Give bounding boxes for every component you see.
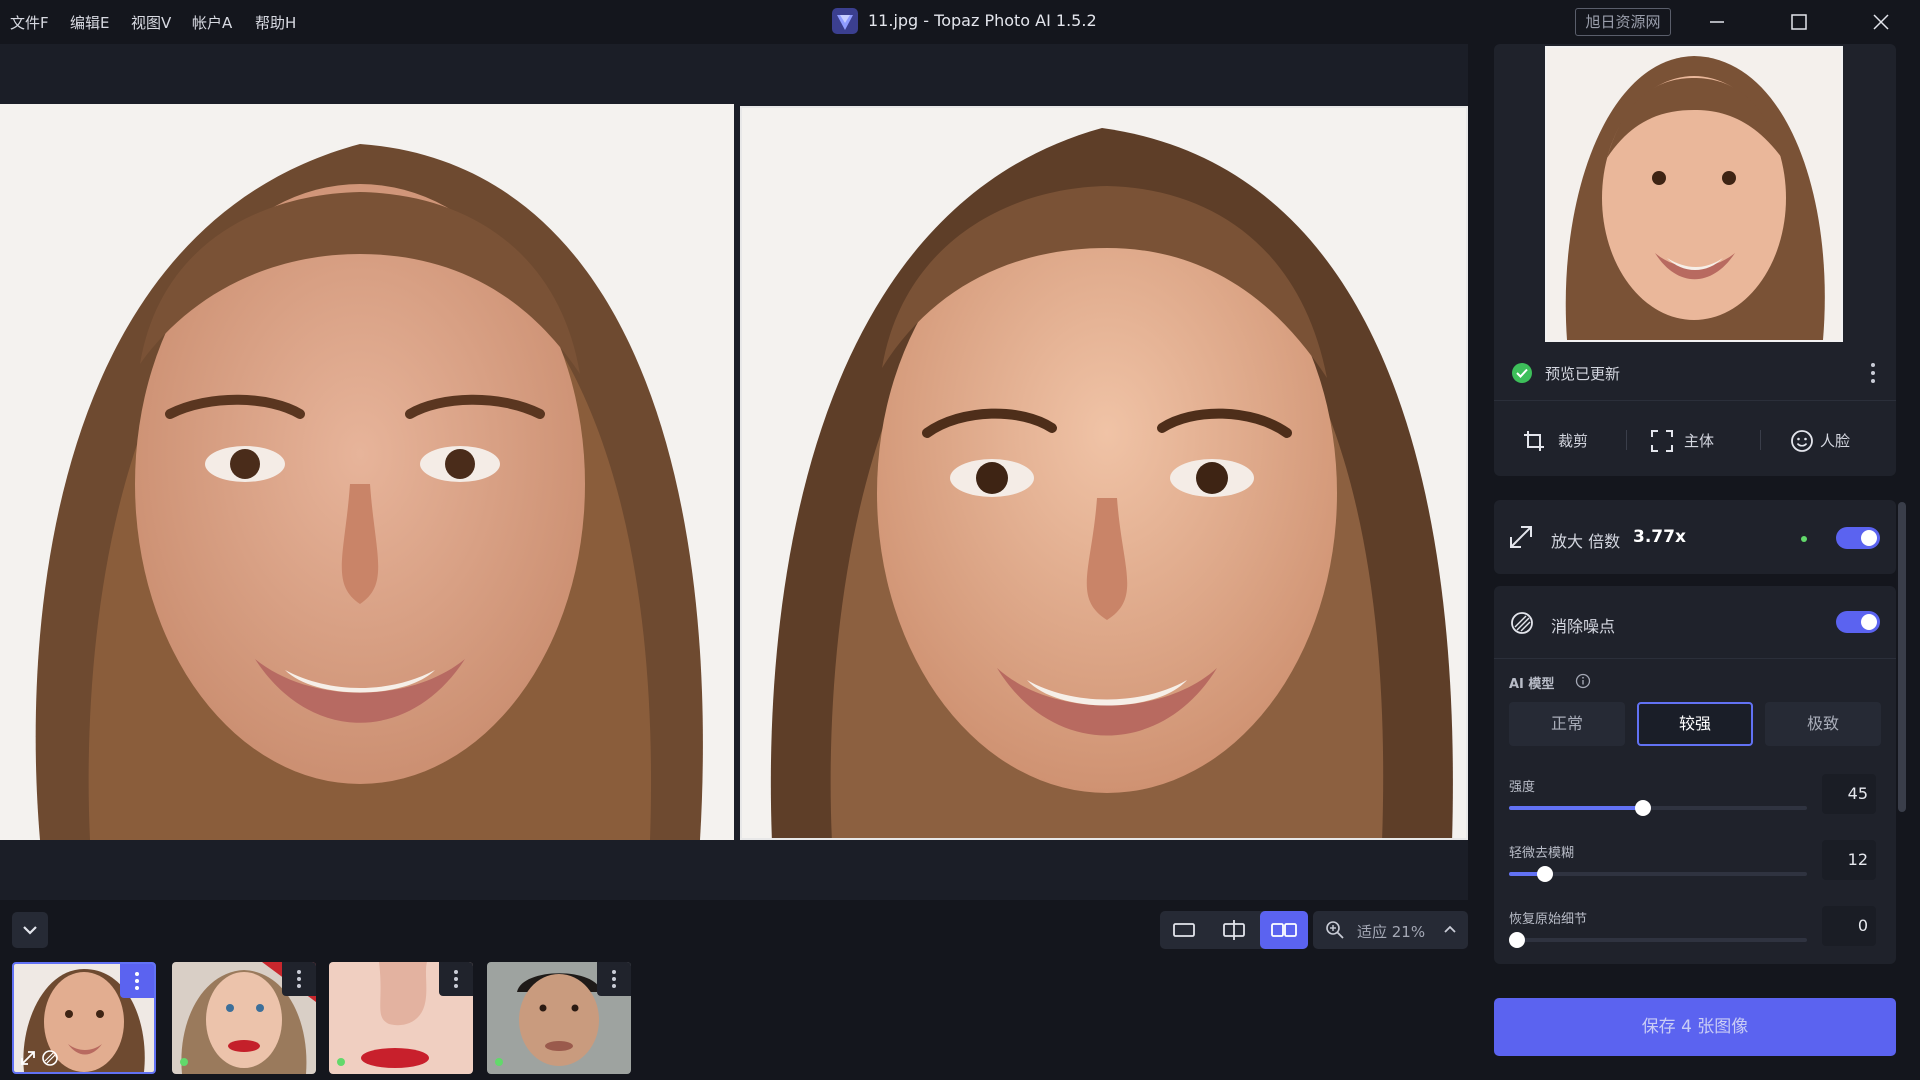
maximize-icon[interactable] [1779,8,1819,36]
crop-button[interactable]: 裁剪 [1522,426,1632,456]
denoise-icon [1511,612,1533,634]
resource-button[interactable]: 旭日资源网 [1575,8,1671,36]
slider-fill [1509,806,1644,810]
upscale-value: 3.77x [1633,527,1686,547]
view-mode-group [1160,911,1308,949]
topaz-logo-icon [832,8,858,34]
strength-value[interactable]: 45 [1822,774,1876,814]
split-view-icon [1223,920,1245,940]
minimize-icon[interactable] [1697,8,1737,36]
menu-account[interactable]: 帐户A [192,12,232,33]
deblur-slider[interactable] [1509,866,1807,882]
side-by-side-icon [1271,923,1297,937]
thumbnail-1[interactable] [12,962,156,1074]
recover-detail-value[interactable]: 0 [1822,906,1876,946]
status-dot [180,1058,188,1066]
more-vertical-icon [612,970,616,988]
info-icon[interactable] [1575,673,1591,689]
status-dot [1801,536,1807,542]
divider [1626,430,1627,450]
window-title: 11.jpg - Topaz Photo AI 1.5.2 [868,11,1097,30]
slider-handle[interactable] [1635,800,1652,816]
subject-label: 主体 [1684,432,1715,450]
recover-detail-label: 恢复原始细节 [1509,912,1588,927]
model-strong-button[interactable]: 较强 [1637,702,1753,746]
more-vertical-icon [454,970,458,988]
strength-label: 强度 [1509,780,1536,795]
original-image[interactable] [0,104,734,840]
thumbnail-2[interactable] [172,962,316,1074]
preview-thumbnail[interactable] [1545,46,1843,342]
upscale-label: 放大 倍数 [1551,532,1621,551]
processed-image[interactable] [740,106,1468,840]
upscale-toggle[interactable] [1836,527,1880,549]
thumbnail-menu-button[interactable] [120,964,154,998]
collapse-filmstrip-button[interactable] [12,912,48,948]
split-view-button[interactable] [1210,911,1258,949]
recover-detail-slider[interactable] [1509,932,1807,948]
slider-handle[interactable] [1536,866,1553,882]
deblur-value[interactable]: 12 [1822,840,1876,880]
denoise-badge-icon [42,1050,58,1066]
thumbnail-4[interactable] [487,962,631,1074]
thumbnail-menu-button[interactable] [439,962,473,996]
more-vertical-icon[interactable] [1862,360,1884,386]
more-vertical-icon [297,970,301,988]
deblur-label: 轻微去模糊 [1509,846,1575,861]
slider-handle[interactable] [1509,932,1525,948]
divider [1494,400,1896,401]
model-extreme-button[interactable]: 极致 [1765,702,1881,746]
subject-icon [1651,430,1673,452]
zoom-control[interactable]: 适应 21% [1313,911,1468,949]
face-button[interactable]: 人脸 [1790,426,1900,456]
zoom-in-icon [1326,921,1344,939]
menu-edit[interactable]: 编辑E [70,12,109,33]
chevron-up-icon[interactable] [1441,921,1459,939]
crop-icon [1524,431,1544,451]
model-normal-button[interactable]: 正常 [1509,702,1625,746]
menu-file[interactable]: 文件F [10,12,49,33]
subject-button[interactable]: 主体 [1650,426,1760,456]
menu-view[interactable]: 视图V [131,12,171,33]
zoom-label: 适应 21% [1357,923,1426,941]
upscale-icon [1510,526,1532,548]
denoise-toggle[interactable] [1836,611,1880,633]
side-by-side-view-button[interactable] [1260,911,1308,949]
preview-status: 预览已更新 [1545,365,1621,383]
image-canvas[interactable] [0,44,1468,900]
status-dot [337,1058,345,1066]
close-icon[interactable] [1861,8,1901,36]
menu-help[interactable]: 帮助H [255,12,296,33]
thumbnail-menu-button[interactable] [597,962,631,996]
status-dot [495,1058,503,1066]
thumbnail-3[interactable] [329,962,473,1074]
strength-slider[interactable] [1509,800,1807,816]
thumbnail-menu-button[interactable] [282,962,316,996]
title-bar: 文件F 编辑E 视图V 帐户A 帮助H 11.jpg - Topaz Photo… [0,0,1920,44]
crop-label: 裁剪 [1558,432,1589,450]
more-vertical-icon [135,972,139,990]
divider [1760,430,1761,450]
ai-model-label: AI 模型 [1509,677,1555,692]
check-circle-icon [1512,363,1532,383]
panel-scrollbar[interactable] [1898,502,1906,812]
divider [1494,658,1896,659]
face-label: 人脸 [1820,432,1851,450]
save-images-button[interactable]: 保存 4 张图像 [1494,998,1896,1056]
single-view-button[interactable] [1160,911,1208,949]
face-icon [1791,430,1813,452]
single-view-icon [1173,923,1195,937]
chevron-down-icon [23,926,37,935]
upscale-badge-icon [21,1051,35,1065]
denoise-label: 消除噪点 [1551,617,1616,636]
